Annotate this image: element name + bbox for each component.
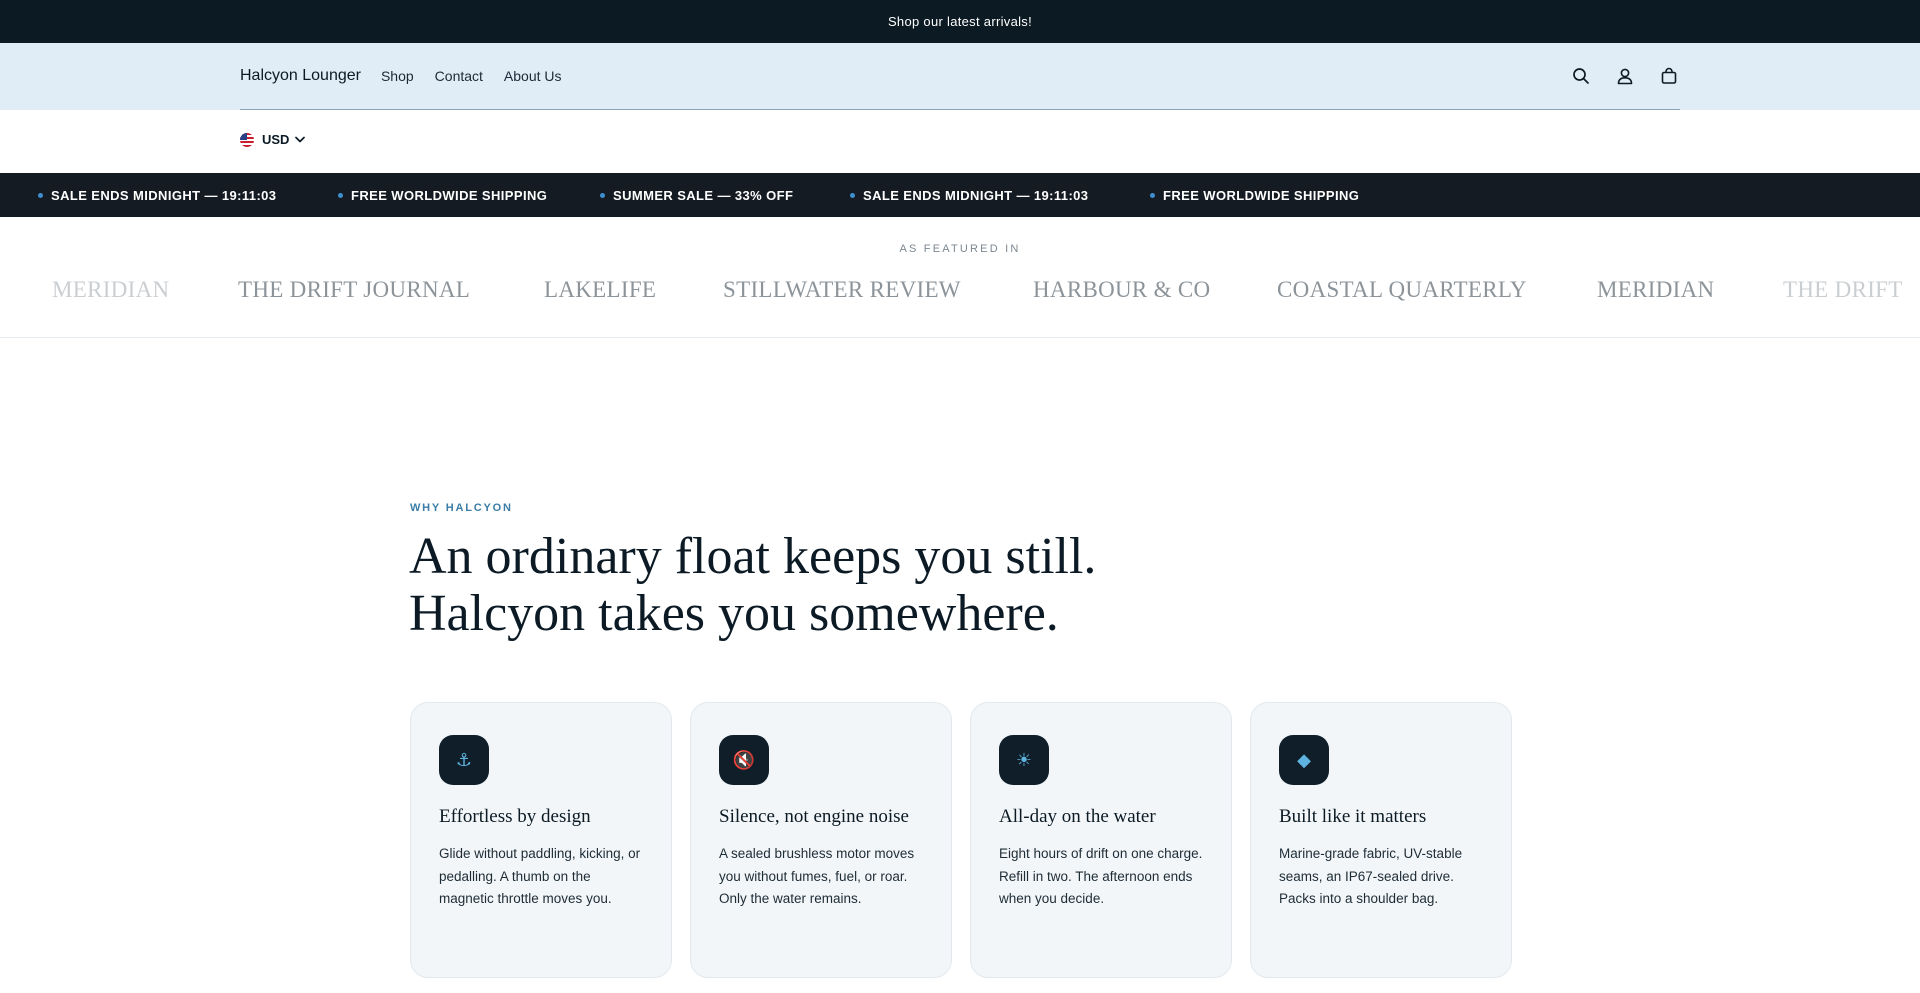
header-icons <box>1570 65 1680 87</box>
ticker-item: FREE WORLDWIDE SHIPPING <box>1150 173 1359 217</box>
card-text: A sealed brushless motor moves you witho… <box>719 846 915 906</box>
ticker-item: SUMMER SALE — 33% OFF <box>600 173 793 217</box>
site-header: Halcyon Lounger Shop Contact About Us <box>0 43 1920 110</box>
press-logo-lakelife: LAKELIFE <box>544 277 657 302</box>
press-logo-the-drift: THE DRIFT <box>1783 277 1903 302</box>
account-icon[interactable] <box>1614 65 1636 87</box>
header-inner: Halcyon Lounger Shop Contact About Us <box>240 43 1680 110</box>
sun-icon: ☀ <box>999 735 1049 785</box>
search-icon[interactable] <box>1570 65 1592 87</box>
feature-card-all-day: ☀ All-day on the water Eight hours of dr… <box>970 702 1232 978</box>
bullet-dot-icon <box>1150 192 1155 198</box>
card-title: All-day on the water <box>999 806 1156 827</box>
nav-shop[interactable]: Shop <box>381 68 414 84</box>
brand-logo[interactable]: Halcyon Lounger <box>240 67 361 85</box>
ticker-item: FREE WORLDWIDE SHIPPING <box>338 173 547 217</box>
press-logo-meridian: MERIDIAN <box>52 277 170 302</box>
press-logo-coastal-quarterly: COASTAL QUARTERLY <box>1277 277 1527 302</box>
section-headline: An ordinary float keeps you still. Halcy… <box>409 528 1096 642</box>
press-logo-stillwater-review: STILLWATER REVIEW <box>723 277 961 302</box>
promo-ticker: SALE ENDS MIDNIGHT — 19:11:03 FREE WORLD… <box>0 173 1920 217</box>
cart-icon[interactable] <box>1658 65 1680 87</box>
headline-line-1: An ordinary float keeps you still. <box>409 528 1097 585</box>
card-text: Eight hours of drift on one charge. Refi… <box>999 846 1203 906</box>
press-logo-meridian: MERIDIAN <box>1597 277 1715 302</box>
ticker-item: SALE ENDS MIDNIGHT — 19:11:03 <box>850 173 1088 217</box>
currency-row: USD <box>0 110 1920 173</box>
announcement-bar: Shop our latest arrivals! <box>0 0 1920 43</box>
headline-line-2: Halcyon takes you somewhere. <box>409 585 1059 642</box>
announcement-text: Shop our latest arrivals! <box>887 14 1033 29</box>
press-logo-the-drift-journal: THE DRIFT JOURNAL <box>238 277 471 302</box>
feature-card-silence: 🔇 Silence, not engine noise A sealed bru… <box>690 702 952 978</box>
feature-cards: ⚓ Effortless by design Glide without pad… <box>410 702 1512 978</box>
feature-card-built: ◆ Built like it matters Marine-grade fab… <box>1250 702 1512 978</box>
featured-in-strip: AS FEATURED IN MERIDIAN THE DRIFT JOURNA… <box>0 217 1920 338</box>
currency-selector[interactable]: USD <box>240 132 306 147</box>
section-eyebrow: WHY HALCYON <box>410 502 513 514</box>
anchor-icon: ⚓ <box>439 735 489 785</box>
bullet-dot-icon <box>600 192 605 198</box>
muted-speaker-icon: 🔇 <box>719 735 769 785</box>
currency-code: USD <box>262 132 290 147</box>
bullet-dot-icon <box>850 192 855 198</box>
us-flag-icon <box>240 132 254 147</box>
chevron-down-icon <box>295 136 306 143</box>
diamond-icon: ◆ <box>1279 735 1329 785</box>
bullet-dot-icon <box>338 192 343 198</box>
feature-card-effortless: ⚓ Effortless by design Glide without pad… <box>410 702 672 978</box>
featured-label: AS FEATURED IN <box>899 243 1021 255</box>
card-title: Effortless by design <box>439 806 591 827</box>
ticker-item: SALE ENDS MIDNIGHT — 19:11:03 <box>38 173 276 217</box>
card-text: Marine-grade fabric, UV-stable seams, an… <box>1279 846 1463 906</box>
press-logo-harbour-co: HARBOUR & CO <box>1033 277 1211 302</box>
nav-contact[interactable]: Contact <box>435 68 483 84</box>
bullet-dot-icon <box>38 192 43 198</box>
card-title: Built like it matters <box>1279 806 1427 827</box>
nav-about-us[interactable]: About Us <box>504 68 562 84</box>
card-title: Silence, not engine noise <box>719 806 909 827</box>
card-text: Glide without paddling, kicking, or peda… <box>439 846 641 906</box>
